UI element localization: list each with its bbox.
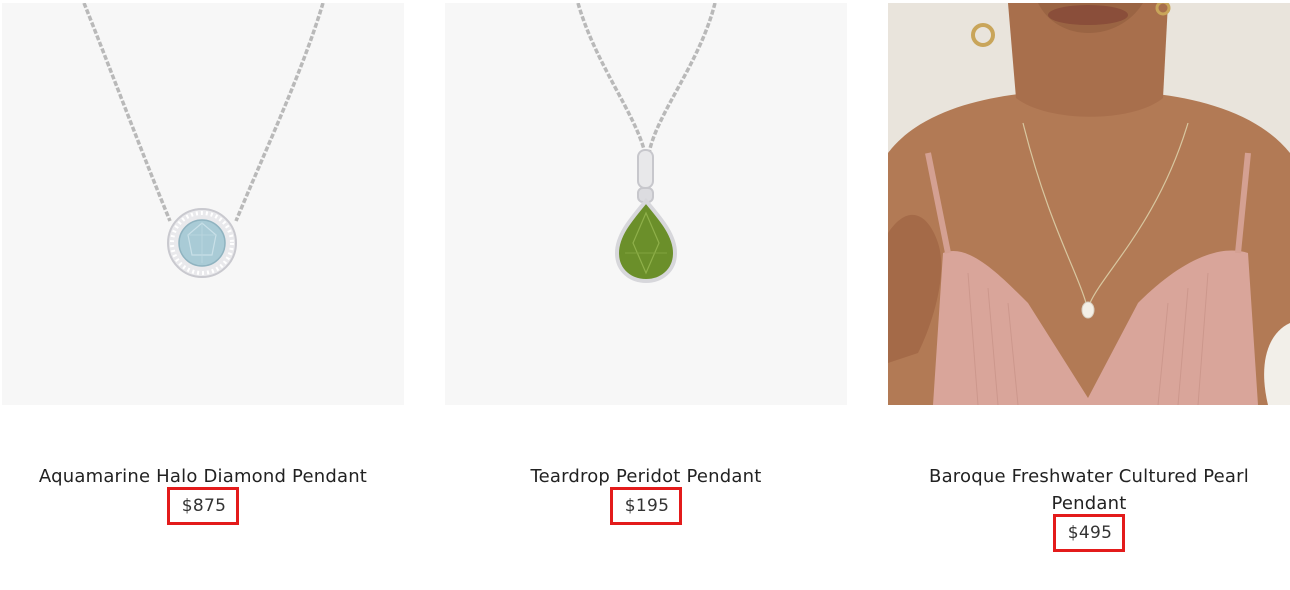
price-container: $495 xyxy=(888,514,1290,552)
product-name[interactable]: Baroque Freshwater Cultured Pearl Pendan… xyxy=(918,463,1260,517)
product-name[interactable]: Teardrop Peridot Pendant xyxy=(445,463,847,490)
product-card[interactable]: Aquamarine Halo Diamond Pendant $875 xyxy=(2,3,404,525)
aquamarine-halo-pendant-image xyxy=(2,3,404,405)
product-price: $875 xyxy=(166,487,240,525)
product-image[interactable] xyxy=(888,3,1290,405)
product-image[interactable] xyxy=(2,3,404,405)
product-image[interactable] xyxy=(445,3,847,405)
product-card[interactable]: Baroque Freshwater Cultured Pearl Pendan… xyxy=(888,3,1290,552)
peridot-teardrop-pendant-image xyxy=(445,3,847,405)
product-card[interactable]: Teardrop Peridot Pendant $195 xyxy=(445,3,847,525)
price-container: $195 xyxy=(445,487,847,525)
pearl-pendant-model-image xyxy=(888,3,1290,405)
price-container: $875 xyxy=(2,487,404,525)
product-price: $195 xyxy=(609,487,683,525)
product-price: $495 xyxy=(1052,514,1126,552)
product-name[interactable]: Aquamarine Halo Diamond Pendant xyxy=(2,463,404,490)
product-grid: Aquamarine Halo Diamond Pendant $875 Tea… xyxy=(0,0,1290,590)
